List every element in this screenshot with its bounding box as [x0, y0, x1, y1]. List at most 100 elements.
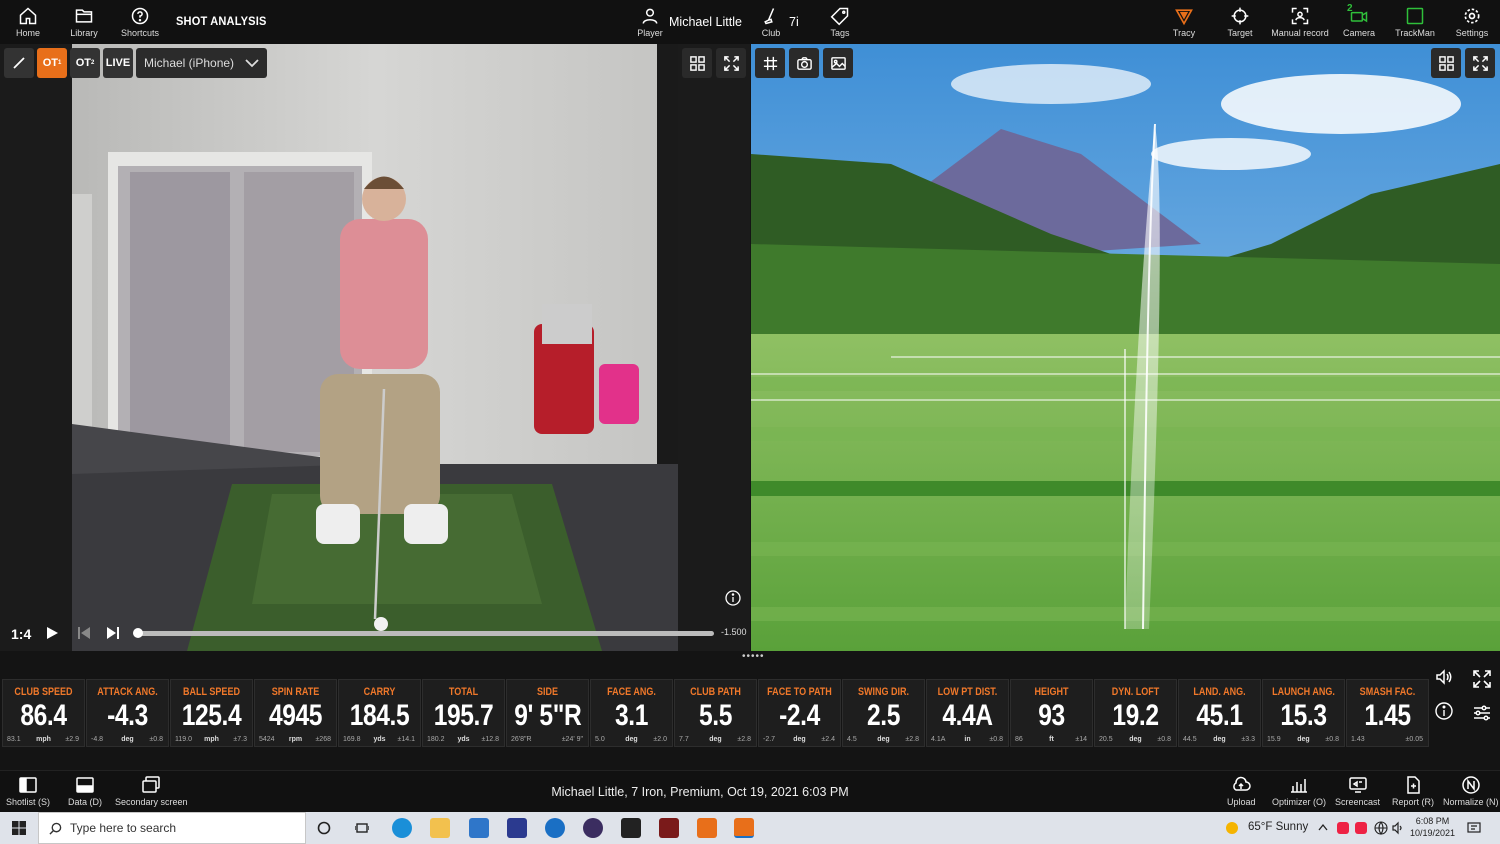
skip-start-button[interactable] [76, 625, 92, 646]
image-button[interactable] [823, 48, 853, 78]
optimizer-button[interactable]: Optimizer (O) [1272, 775, 1326, 807]
video-info-button[interactable] [725, 590, 741, 606]
metric-tile[interactable]: SPIN RATE 4945 rpm 5424 ±268 [254, 679, 337, 747]
normalize-button[interactable]: Normalize (N) [1443, 775, 1499, 807]
sim-layout-button[interactable] [1431, 48, 1461, 78]
metric-tile[interactable]: SMASH FAC. 1.45 1.43 ±0.05 [1346, 679, 1429, 747]
info-icon[interactable] [1434, 701, 1454, 721]
draw-tool-button[interactable] [4, 48, 34, 78]
target-button[interactable]: Target [1224, 0, 1256, 44]
chevron-up-icon[interactable] [1318, 823, 1328, 831]
file-explorer-icon[interactable] [430, 818, 450, 838]
simulator-view[interactable] [751, 44, 1500, 651]
app-icon-4[interactable] [659, 818, 679, 838]
library-button[interactable]: Library [66, 0, 102, 44]
playback-speed[interactable]: 1:4 [11, 626, 31, 642]
player-name[interactable]: Michael Little [669, 15, 742, 29]
expand-icon[interactable] [1472, 669, 1492, 689]
metric-tile[interactable]: CLUB PATH 5.5 deg 7.7 ±2.8 [674, 679, 757, 747]
video-layout-button[interactable] [682, 48, 712, 78]
club-value[interactable]: 7i [789, 15, 799, 29]
metric-label: LAUNCH ANG. [1272, 686, 1335, 698]
normalize-label: Normalize (N) [1443, 797, 1499, 807]
play-icon [47, 627, 58, 639]
clock-time: 6:08 PM [1415, 816, 1450, 826]
metric-tile[interactable]: SIDE 9' 5"R 26'8"R ±24' 9" [506, 679, 589, 747]
task-view-circle-icon[interactable] [317, 821, 331, 835]
tracy-button[interactable]: Tracy [1168, 0, 1200, 44]
teamviewer-icon[interactable] [545, 818, 565, 838]
camera-button[interactable]: Camera 2 [1342, 0, 1376, 44]
metric-deviation: ±7.3 [233, 736, 247, 743]
overlay-ot2-button[interactable]: OT 2 [70, 48, 100, 78]
video-fullscreen-button[interactable] [716, 48, 746, 78]
system-clock[interactable]: 6:08 PM 10/19/2021 [1410, 815, 1455, 839]
camera-source-select[interactable]: Michael (iPhone) [136, 48, 267, 78]
tray-app-icon-1[interactable] [1337, 822, 1349, 834]
live-button[interactable]: LIVE [103, 48, 133, 78]
volume-icon[interactable] [1434, 667, 1454, 687]
play-button[interactable] [44, 625, 60, 646]
metric-tile[interactable]: LOW PT DIST. 4.4A in 4.1A ±0.8 [926, 679, 1009, 747]
tags-button[interactable]: Tags [824, 0, 856, 44]
screencast-button[interactable]: Screencast [1335, 775, 1380, 807]
player-button[interactable]: Player [634, 0, 666, 44]
person-icon [642, 8, 658, 24]
home-button[interactable]: Home [10, 0, 46, 44]
step-forward-button[interactable] [105, 625, 121, 646]
video-scrubber[interactable] [133, 628, 714, 638]
club-button[interactable]: Club [756, 0, 786, 44]
app-icon-3[interactable] [621, 818, 641, 838]
metric-tile[interactable]: DYN. LOFT 19.2 deg 20.5 ±0.8 [1094, 679, 1177, 747]
shortcuts-button[interactable]: Shortcuts [118, 0, 162, 44]
overlay-ot1-button[interactable]: OT 1 [37, 48, 67, 78]
notifications-icon[interactable] [1467, 822, 1481, 835]
pane-resize-handle[interactable]: ••••• [742, 651, 765, 662]
metric-tile[interactable]: FACE ANG. 3.1 deg 5.0 ±2.0 [590, 679, 673, 747]
speaker-icon[interactable] [1391, 821, 1405, 835]
metric-label: CLUB SPEED [14, 686, 73, 698]
metric-tile[interactable]: ATTACK ANG. -4.3 deg -4.8 ±0.8 [86, 679, 169, 747]
app-icon-2[interactable] [583, 818, 603, 838]
report-button[interactable]: Report (R) [1392, 775, 1434, 807]
windows-start-icon[interactable] [12, 821, 26, 835]
settings-button[interactable]: Settings [1454, 0, 1490, 44]
metric-tile[interactable]: BALL SPEED 125.4 mph 119.0 ±7.3 [170, 679, 253, 747]
app-icon-1[interactable] [507, 818, 527, 838]
shortcuts-label: Shortcuts [120, 28, 160, 38]
metric-deviation: ±2.8 [905, 736, 919, 743]
scrubber-handle[interactable] [133, 628, 143, 638]
metric-tile[interactable]: FACE TO PATH -2.4 deg -2.7 ±2.4 [758, 679, 841, 747]
screenshot-button[interactable] [789, 48, 819, 78]
metric-previous: 4.1A [931, 736, 946, 743]
taskbar-search[interactable]: Type here to search [38, 812, 306, 844]
sim-fullscreen-button[interactable] [1465, 48, 1495, 78]
normalize-icon [1462, 776, 1480, 794]
metric-tile[interactable]: LAUNCH ANG. 15.3 deg 15.9 ±0.8 [1262, 679, 1345, 747]
grid-overlay-button[interactable] [755, 48, 785, 78]
tps-app-active-icon[interactable] [734, 818, 754, 838]
metric-tile[interactable]: CARRY 184.5 yds 169.8 ±14.1 [338, 679, 421, 747]
metric-deviation: ±0.8 [1325, 736, 1339, 743]
question-icon [131, 7, 149, 25]
metric-tile[interactable]: LAND. ANG. 45.1 deg 44.5 ±3.3 [1178, 679, 1261, 747]
tray-app-icon-2[interactable] [1355, 822, 1367, 834]
shot-info: Michael Little, 7 Iron, Premium, Oct 19,… [551, 785, 849, 799]
metric-tile[interactable]: SWING DIR. 2.5 deg 4.5 ±2.8 [842, 679, 925, 747]
metric-tile[interactable]: HEIGHT 93 ft 86 ±14 [1010, 679, 1093, 747]
tps-app-icon[interactable] [697, 818, 717, 838]
task-view-icon[interactable] [355, 821, 369, 835]
sliders-icon[interactable] [1472, 703, 1492, 723]
globe-icon[interactable] [1374, 821, 1388, 835]
metric-deviation: ±2.8 [737, 736, 751, 743]
edge-browser-icon[interactable] [392, 818, 412, 838]
swing-video[interactable] [72, 44, 678, 651]
metric-tile[interactable]: TOTAL 195.7 yds 180.2 ±12.8 [422, 679, 505, 747]
upload-button[interactable]: Upload [1227, 775, 1256, 807]
mail-icon[interactable] [469, 818, 489, 838]
manual-record-button[interactable]: Manual record [1270, 0, 1330, 44]
metric-value: 9' 5"R [514, 699, 582, 732]
metric-tile[interactable]: CLUB SPEED 86.4 mph 83.1 ±2.9 [2, 679, 85, 747]
trackman-button[interactable]: TrackMan [1394, 0, 1436, 44]
weather-text[interactable]: 65°F Sunny [1248, 821, 1308, 833]
